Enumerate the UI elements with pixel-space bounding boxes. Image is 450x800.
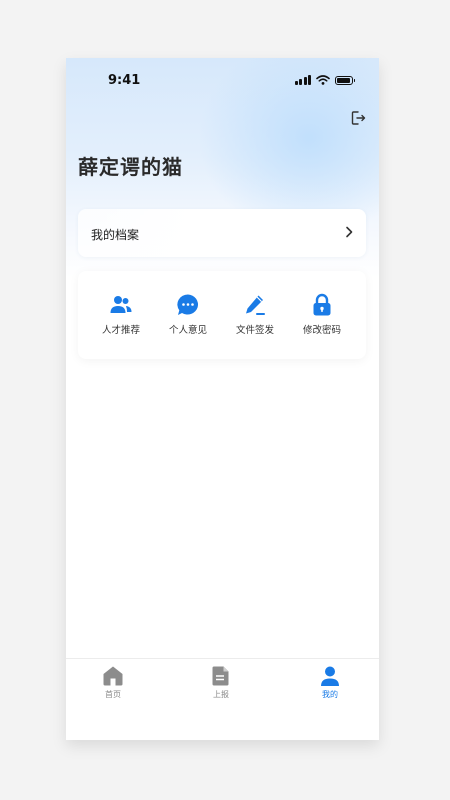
bottom-tab-bar: 首页 上报 我的 — [66, 658, 379, 740]
tab-home[interactable]: 首页 — [83, 665, 143, 705]
action-label: 人才推荐 — [101, 325, 140, 336]
quick-actions-card: 人才推荐 个人意见 文件签发 修改密码 — [78, 271, 366, 359]
action-personal-opinion[interactable]: 个人意见 — [152, 293, 224, 343]
action-label: 修改密码 — [302, 325, 341, 336]
logout-icon[interactable] — [349, 109, 367, 127]
tab-mine[interactable]: 我的 — [300, 665, 360, 705]
document-icon — [212, 666, 229, 686]
users-icon — [110, 296, 132, 313]
my-profile-row[interactable]: 我的档案 — [78, 209, 366, 257]
battery-icon — [335, 75, 355, 85]
action-talent-recommend[interactable]: 人才推荐 — [85, 293, 157, 343]
action-label: 文件签发 — [235, 325, 274, 336]
cellular-signal-icon — [294, 75, 311, 85]
username: 薛定谔的猫 — [78, 155, 183, 179]
wifi-icon — [316, 75, 330, 85]
tab-label: 上报 — [213, 690, 229, 699]
person-icon — [321, 666, 339, 686]
phone-screen: 9:41 薛定谔的猫 我的档案 人才推荐 个人意见 文件签发 修改密码 首页 上… — [66, 58, 379, 740]
status-bar: 9:41 — [66, 58, 379, 102]
action-change-password[interactable]: 修改密码 — [286, 293, 358, 343]
chat-bubble-icon — [177, 294, 199, 315]
lock-icon — [313, 293, 331, 316]
status-icons — [294, 75, 355, 85]
pen-sign-icon — [246, 295, 265, 315]
chevron-right-icon — [346, 226, 353, 238]
action-label: 个人意见 — [168, 325, 207, 336]
tab-label: 我的 — [322, 690, 338, 699]
status-time: 9:41 — [108, 73, 141, 88]
home-icon — [103, 666, 123, 686]
action-document-issue[interactable]: 文件签发 — [219, 293, 291, 343]
tab-label: 首页 — [105, 690, 121, 699]
my-profile-label: 我的档案 — [91, 228, 140, 242]
tab-report[interactable]: 上报 — [191, 665, 251, 705]
